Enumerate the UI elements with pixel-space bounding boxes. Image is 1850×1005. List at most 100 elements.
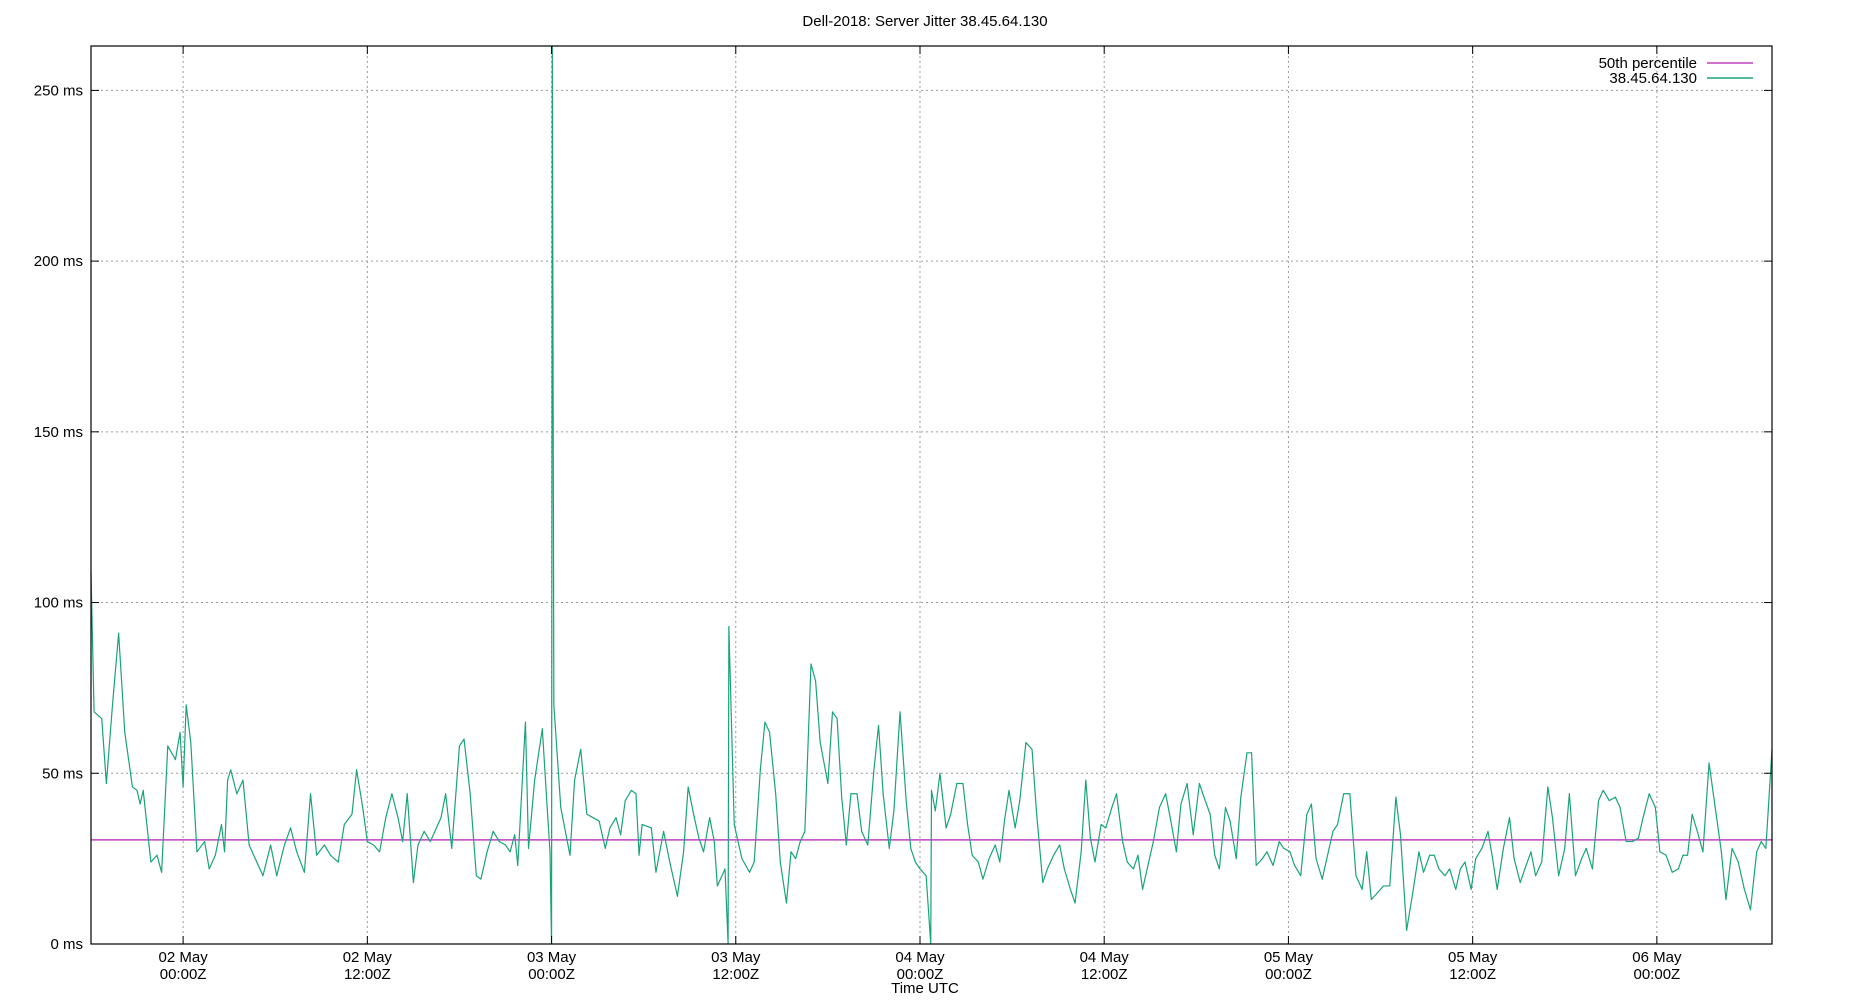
- jitter-data-point: [423, 830, 425, 832]
- jitter-data-point: [1444, 875, 1446, 877]
- jitter-data-point: [1389, 885, 1391, 887]
- jitter-data-point: [693, 817, 695, 819]
- jitter-data-point: [156, 854, 158, 856]
- jitter-data-point: [329, 854, 331, 856]
- jitter-data-point: [1568, 793, 1570, 795]
- jitter-data-point: [676, 895, 678, 897]
- jitter-data-point: [1300, 875, 1302, 877]
- jitter-data-point: [1564, 847, 1566, 849]
- jitter-data-point: [1246, 752, 1248, 754]
- chart-title: Dell-2018: Server Jitter 38.45.64.130: [802, 13, 1047, 30]
- jitter-data-point: [379, 851, 381, 853]
- jitter-data-point: [270, 844, 272, 846]
- jitter-data-point: [1069, 888, 1071, 890]
- jitter-data-point: [1765, 847, 1767, 849]
- jitter-data-point: [1642, 817, 1644, 819]
- jitter-data-point: [1165, 793, 1167, 795]
- x-tick-label-time: 12:00Z: [712, 966, 759, 983]
- jitter-data-point: [999, 861, 1001, 863]
- jitter-data-point: [1418, 851, 1420, 853]
- jitter-data-point: [541, 728, 543, 730]
- x-tick-label-date: 04 May: [895, 949, 945, 966]
- jitter-data-point: [1697, 834, 1699, 836]
- jitter-data-point: [1541, 861, 1543, 863]
- jitter-data-point: [323, 844, 325, 846]
- jitter-data-point: [764, 721, 766, 723]
- jitter-data-point: [919, 868, 921, 870]
- jitter-data-point: [574, 779, 576, 781]
- jitter-data-point: [224, 851, 226, 853]
- jitter-data-point: [1094, 861, 1096, 863]
- jitter-data-point: [1014, 827, 1016, 829]
- jitter-data-point: [93, 711, 95, 713]
- jitter-data-point: [435, 827, 437, 829]
- x-axis-title: Time UTC: [891, 980, 959, 997]
- jitter-data-point: [1513, 858, 1515, 860]
- jitter-data-point: [366, 841, 368, 843]
- jitter-data-point: [1240, 796, 1242, 798]
- jitter-data-point: [256, 861, 258, 863]
- jitter-data-point: [956, 783, 958, 785]
- jitter-data-point: [337, 861, 339, 863]
- jitter-data-point: [1449, 868, 1451, 870]
- jitter-data-point: [262, 875, 264, 877]
- x-tick-label-time: 00:00Z: [160, 966, 207, 983]
- jitter-data-point: [1214, 854, 1216, 856]
- jitter-data-point: [810, 663, 812, 665]
- jitter-data-point: [397, 817, 399, 819]
- jitter-data-point: [1731, 847, 1733, 849]
- jitter-data-point: [1602, 789, 1604, 791]
- jitter-data-point: [310, 793, 312, 795]
- x-tick-label-date: 04 May: [1080, 949, 1130, 966]
- jitter-data-point: [475, 875, 477, 877]
- jitter-data-point: [124, 731, 126, 733]
- jitter-data-point: [925, 875, 927, 877]
- jitter-data-point: [1492, 858, 1494, 860]
- jitter-data-point: [1115, 793, 1117, 795]
- jitter-data-point: [716, 885, 718, 887]
- jitter-data-point: [977, 861, 979, 863]
- x-tick-label-date: 06 May: [1632, 949, 1682, 966]
- jitter-data-point: [492, 830, 494, 832]
- jitter-data-point: [214, 854, 216, 856]
- jitter-data-point: [208, 868, 210, 870]
- jitter-data-point: [1137, 854, 1139, 856]
- jitter-data-point: [683, 851, 685, 853]
- jitter-data-point: [759, 769, 761, 771]
- jitter-data-point: [1355, 875, 1357, 877]
- jitter-data-point: [101, 718, 103, 720]
- jitter-data-point: [1547, 786, 1549, 788]
- jitter-data-point: [836, 718, 838, 720]
- jitter-data-point: [1031, 748, 1033, 750]
- jitter-data-point: [620, 834, 622, 836]
- jitter-data-point: [1608, 800, 1610, 802]
- jitter-data-point: [1691, 813, 1693, 815]
- jitter-data-point: [1598, 800, 1600, 802]
- jitter-data-point: [635, 793, 637, 795]
- jitter-data-point: [445, 793, 447, 795]
- jitter-data-point: [799, 841, 801, 843]
- jitter-data-point: [1687, 854, 1689, 856]
- jitter-data-point: [638, 854, 640, 856]
- jitter-data-point: [1025, 742, 1027, 744]
- jitter-data-point: [517, 864, 519, 866]
- jitter-data-point: [1175, 851, 1177, 853]
- jitter-data-point: [1575, 875, 1576, 877]
- jitter-data-point: [1659, 851, 1661, 853]
- jitter-data-point: [1720, 851, 1722, 853]
- x-tick-label-date: 05 May: [1264, 949, 1314, 966]
- jitter-data-point: [1361, 888, 1363, 890]
- jitter-data-point: [1438, 868, 1440, 870]
- jitter-data-point: [316, 854, 318, 856]
- jitter-line-chart: 0 ms 50 ms 100 ms 150 ms 200 ms 250 ms 02 May…: [0, 0, 1850, 1000]
- jitter-data-point: [1019, 800, 1021, 802]
- jitter-data-point: [1470, 888, 1472, 890]
- jitter-data-point: [698, 837, 700, 839]
- jitter-data-point: [1315, 858, 1317, 860]
- jitter-data-point: [514, 834, 516, 836]
- jitter-data-point: [1558, 875, 1560, 877]
- jitter-data-point: [749, 871, 751, 873]
- jitter-data-point: [451, 847, 453, 849]
- jitter-data-point: [931, 789, 932, 791]
- jitter-data-point: [663, 830, 665, 832]
